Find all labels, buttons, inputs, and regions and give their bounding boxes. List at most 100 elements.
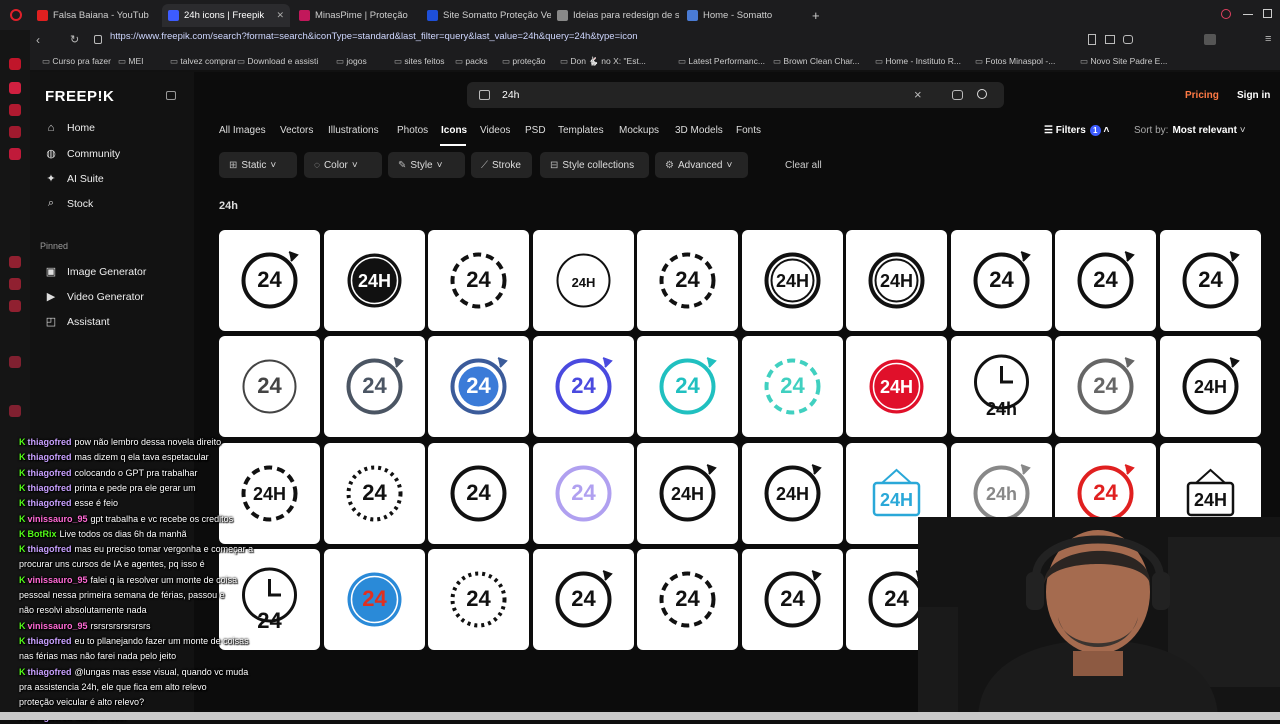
icon-result-card[interactable]: 24H [1160,336,1261,437]
sidebar-item-home[interactable]: ⌂ Home [45,122,95,134]
pinboard-icon[interactable] [9,126,21,138]
vpn-icon[interactable] [1123,35,1133,44]
icon-result-card[interactable]: 24 [428,230,529,331]
icon-result-card[interactable]: 24 [637,336,738,437]
settings-gear-icon[interactable] [9,405,21,417]
icon-result-card[interactable]: 24 [742,336,843,437]
bookmark-item[interactable]: ▭ Download e assisti [237,56,318,67]
bookmark-item[interactable]: ▭ Novo Site Padre E... [1080,56,1167,67]
minimize-button[interactable] [1243,14,1253,15]
bookmark-item[interactable]: ▭ talvez comprar [170,56,236,67]
tab-vectors[interactable]: Vectors [280,125,313,136]
filter-chip-stroke[interactable]: ⟋ Stroke [471,152,532,178]
bookmark-item[interactable]: ▭ jogos [336,56,367,67]
browser-tab[interactable]: Site Somatto Proteção Ve [421,4,551,27]
search-input[interactable]: 24h [502,89,520,101]
icon-result-card[interactable]: 24 [324,549,425,650]
new-tab-button[interactable]: + [812,8,820,23]
icon-result-card[interactable]: 24 [533,443,634,544]
reload-icon[interactable]: ↻ [70,33,79,46]
search-icon[interactable] [977,89,987,99]
icon-result-card[interactable]: 24H [742,443,843,544]
bookmark-item[interactable]: ▭ Don 🐇 no X: "Est... [560,56,646,67]
bookmark-item[interactable]: ▭ packs [455,56,488,67]
icon-result-card[interactable]: 24 [1160,230,1261,331]
discord-icon[interactable] [9,278,21,290]
bookmark-item[interactable]: ▭ Latest Performanc... [678,56,765,67]
tab-psd[interactable]: PSD [525,125,546,136]
pricing-link[interactable]: Pricing [1185,90,1219,101]
icon-result-card[interactable]: 24H [637,443,738,544]
bookmark-item[interactable]: ▭ Brown Clean Char... [773,56,859,67]
whatsapp-icon[interactable] [9,256,21,268]
bookmark-item[interactable]: ▭ Curso pra fazer [42,56,111,67]
tab-mockups[interactable]: Mockups [619,125,659,136]
url-text[interactable]: https://www.freepik.com/search?format=se… [110,31,638,42]
tab-videos[interactable]: Videos [480,125,510,136]
bookmark-item[interactable]: ▭ sites feitos [394,56,445,67]
workspace-icon[interactable] [9,104,21,116]
collapse-sidebar-icon[interactable] [166,91,176,100]
icon-result-card[interactable]: 24 [428,443,529,544]
bookmark-item[interactable]: ▭ proteção [502,56,546,67]
sidebar-item-community[interactable]: ◍ Community [45,147,120,161]
browser-tab[interactable]: Home - Somatto [681,4,809,27]
pinned-item-image-generator[interactable]: ▣ Image Generator [45,265,147,279]
history-icon[interactable] [9,356,21,368]
icon-result-card[interactable]: 24 [533,336,634,437]
pinned-item-assistant[interactable]: ◰ Assistant [45,315,110,329]
icon-result-card[interactable]: 24H [846,336,947,437]
sign-in-button[interactable]: Sign in [1237,90,1270,101]
search-tabs-icon[interactable] [1221,9,1231,19]
freepik-logo[interactable]: FREEP!K [45,88,114,105]
clear-search-icon[interactable]: × [914,87,922,102]
icon-result-card[interactable]: 24H [846,230,947,331]
icon-result-card[interactable]: 24H [324,230,425,331]
tab-illustrations[interactable]: Illustrations [328,125,379,136]
tab-all-images[interactable]: All Images [219,125,266,136]
icon-result-card[interactable]: 24H [533,230,634,331]
opera-logo-icon[interactable] [10,9,22,21]
browser-tab[interactable]: Falsa Baiana - YouTub [31,4,161,27]
icon-result-card[interactable]: 24 [324,336,425,437]
browser-tab[interactable]: Ideias para redesign de s [551,4,679,27]
filter-chip-color[interactable]: ◌ Color ˅ [304,152,382,178]
tab-3d-models[interactable]: 3D Models [675,125,723,136]
browser-tab[interactable]: 24h icons | Freepik ✕ [162,4,290,27]
aria-icon[interactable] [9,82,21,94]
browser-tab[interactable]: MinasPime | Proteção [293,4,421,27]
filter-chip-advanced[interactable]: ⚙ Advanced ˅ [655,152,748,178]
icon-result-card[interactable]: 24 [637,230,738,331]
pinned-item-video-generator[interactable]: ▶ Video Generator [45,290,144,304]
menu-icon[interactable]: ≡ [1265,33,1271,45]
icon-result-card[interactable]: 24 [951,230,1052,331]
close-tab-icon[interactable]: ✕ [276,10,284,21]
icon-result-card[interactable]: 24 [533,549,634,650]
camera-search-icon[interactable] [952,90,963,100]
x-twitter-icon[interactable] [9,300,21,312]
filter-chip-style-collections[interactable]: ⊟ Style collections [540,152,649,178]
instagram-icon[interactable] [9,148,21,160]
bookmark-page-icon[interactable] [1088,34,1096,45]
bookmark-item[interactable]: ▭ Home - Instituto R... [875,56,961,67]
icon-result-card[interactable]: 24 [637,549,738,650]
messenger-icon[interactable] [9,58,21,70]
back-arrow-icon[interactable]: ‹ [36,33,40,47]
tab-icons[interactable]: Icons [441,125,467,136]
filter-chip-static[interactable]: ⊞ Static ˅ [219,152,297,178]
sort-dropdown[interactable]: Sort by: Most relevant ˅ [1134,125,1246,136]
bookmark-item[interactable]: ▭ Fotos Minaspol -... [975,56,1055,67]
tab-fonts[interactable]: Fonts [736,125,761,136]
icon-result-card[interactable]: 24H [742,230,843,331]
extensions-icon[interactable] [1204,34,1216,45]
icon-result-card[interactable]: 24 [742,549,843,650]
filters-button[interactable]: ☰ Filters 1 ˄ [1044,125,1109,136]
search-type-icon[interactable] [479,90,490,100]
icon-result-card[interactable]: 24 [219,230,320,331]
tab-templates[interactable]: Templates [558,125,604,136]
bookmark-item[interactable]: ▭ MEI [118,56,144,67]
icon-result-card[interactable]: 24 [428,549,529,650]
filter-chip-style[interactable]: ✎ Style ˅ [388,152,465,178]
icon-result-card[interactable]: 24h [951,336,1052,437]
snapshot-icon[interactable] [1105,35,1115,44]
